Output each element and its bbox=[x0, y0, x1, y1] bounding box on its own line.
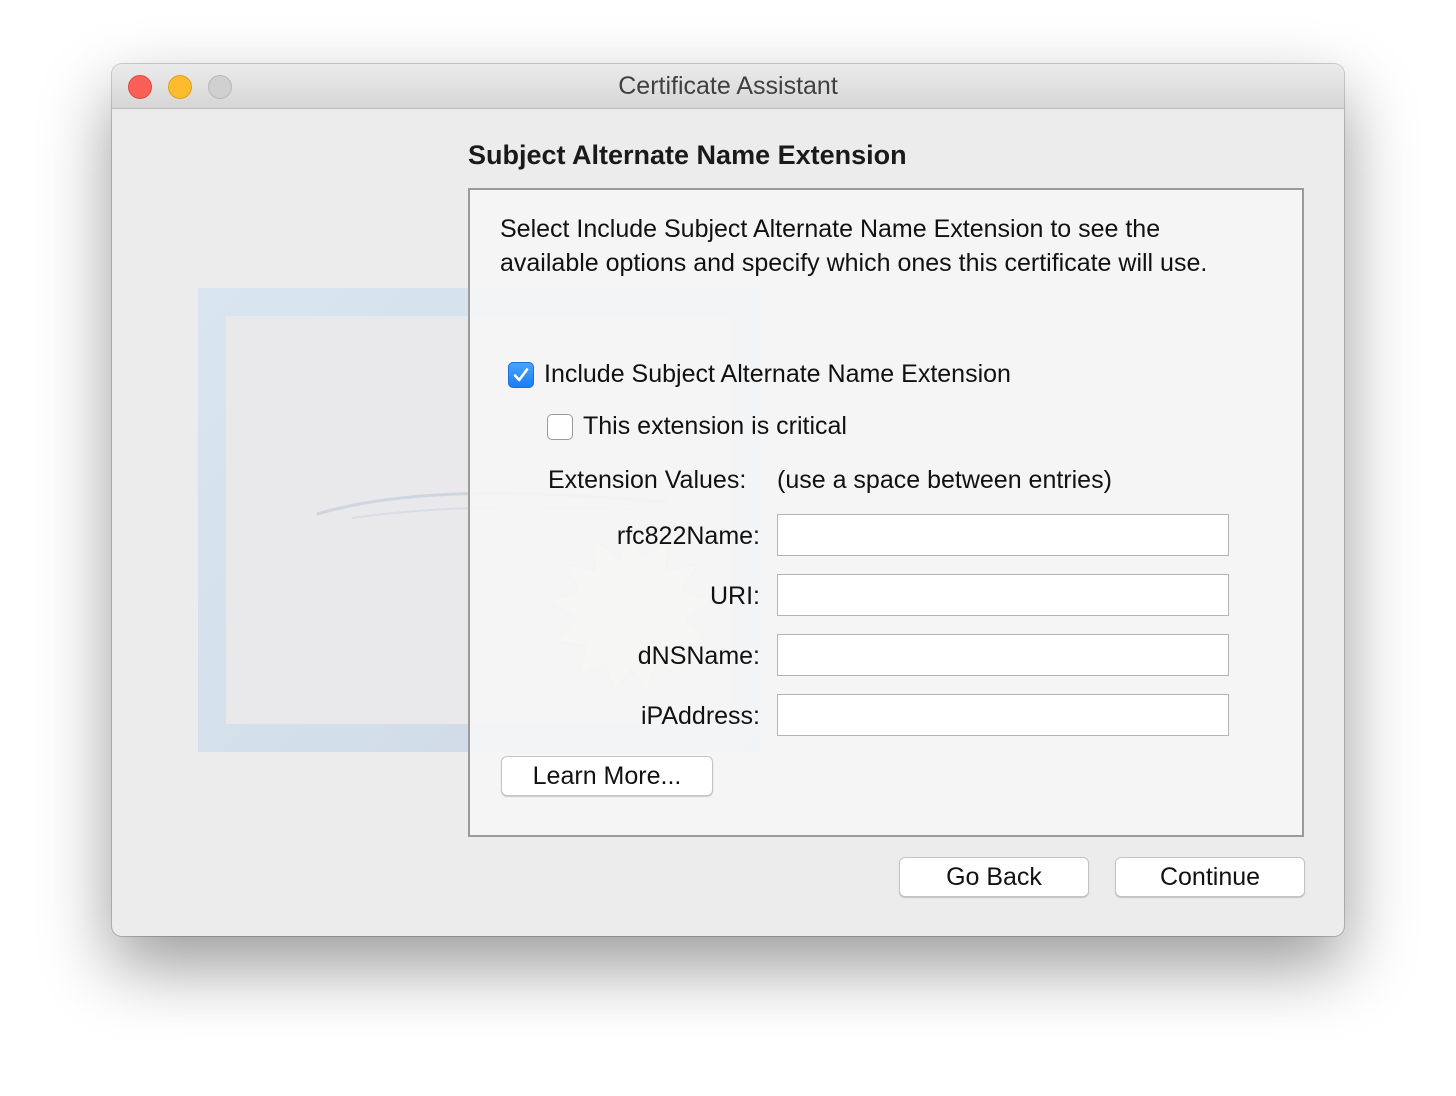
include-extension-checkbox[interactable] bbox=[508, 361, 534, 388]
dnsname-label: dNSName: bbox=[637, 642, 760, 670]
dnsname-field[interactable] bbox=[777, 634, 1229, 676]
go-back-button[interactable]: Go Back bbox=[899, 857, 1089, 897]
page-description: Select Include Subject Alternate Name Ex… bbox=[500, 215, 1208, 277]
include-extension-row[interactable]: Include Subject Alternate Name Extension bbox=[508, 360, 1011, 389]
extension-panel: Select Include Subject Alternate Name Ex… bbox=[468, 188, 1304, 837]
critical-extension-label: This extension is critical bbox=[583, 412, 847, 440]
ipaddress-label: iPAddress: bbox=[640, 702, 760, 730]
critical-extension-row[interactable]: This extension is critical bbox=[547, 412, 847, 441]
include-extension-label: Include Subject Alternate Name Extension bbox=[544, 360, 1011, 388]
extension-values-hint: (use a space between entries) bbox=[777, 466, 1112, 494]
page-title: Subject Alternate Name Extension bbox=[468, 140, 907, 170]
rfc822name-field[interactable] bbox=[777, 514, 1229, 556]
checkmark-icon bbox=[513, 367, 529, 381]
window-title: Certificate Assistant bbox=[618, 72, 838, 100]
continue-button[interactable]: Continue bbox=[1115, 857, 1305, 897]
certificate-assistant-window: Certificate Assistant Subject Alternate … bbox=[112, 64, 1344, 936]
uri-field[interactable] bbox=[777, 574, 1229, 616]
title-bar[interactable]: Certificate Assistant bbox=[112, 64, 1344, 109]
rfc822name-label: rfc822Name: bbox=[616, 522, 760, 550]
critical-extension-checkbox[interactable] bbox=[547, 413, 573, 440]
extension-values-label: Extension Values: bbox=[548, 466, 747, 494]
learn-more-button[interactable]: Learn More... bbox=[501, 756, 713, 796]
ipaddress-field[interactable] bbox=[777, 694, 1229, 736]
uri-label: URI: bbox=[710, 582, 760, 610]
